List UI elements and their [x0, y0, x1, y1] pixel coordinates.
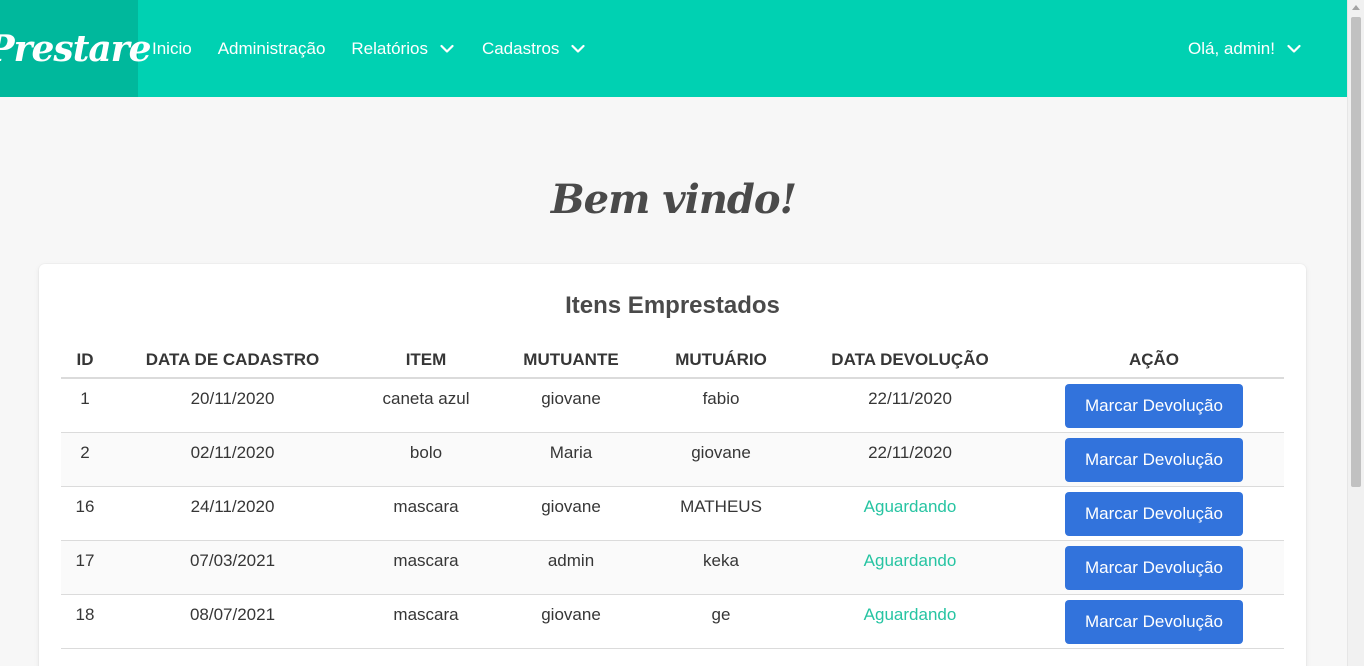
- cell-item: mascara: [356, 594, 496, 649]
- cell-acao: Marcar Devolução: [1024, 486, 1284, 541]
- user-greeting: Olá, admin!: [1188, 38, 1275, 58]
- cell-id: 17: [61, 540, 109, 595]
- cell-data-cadastro: 24/11/2020: [109, 486, 356, 541]
- scroll-up-arrow-icon[interactable]: [1352, 5, 1360, 10]
- cell-mutuante: admin: [496, 540, 646, 595]
- nav-item-label: Cadastros: [481, 38, 560, 58]
- column-header-acao: AÇÃO: [1024, 342, 1284, 379]
- cell-acao: Marcar Devolução: [1024, 378, 1284, 433]
- marcar-devolucao-button[interactable]: Marcar Devolução: [1065, 384, 1243, 428]
- cell-data-devolucao-pending: Aguardando: [796, 594, 1024, 649]
- nav-item-cadastros[interactable]: Cadastros: [481, 0, 586, 97]
- cell-item: bolo: [356, 432, 496, 487]
- cell-id: 2: [61, 432, 109, 487]
- column-header-item: ITEM: [356, 342, 496, 379]
- cell-mutuario: ge: [646, 594, 796, 649]
- scroll-thumb[interactable]: [1351, 17, 1361, 487]
- cell-mutuante: Maria: [496, 432, 646, 487]
- table-header-row: ID DATA DE CADASTRO ITEM MUTUANTE MUTUÁR…: [61, 342, 1284, 379]
- cell-data-devolucao-pending: Aguardando: [796, 486, 1024, 541]
- cell-acao: Marcar Devolução: [1024, 432, 1284, 487]
- table-row: 17 07/03/2021 mascara admin keka Aguarda…: [61, 540, 1284, 595]
- chevron-down-icon: [1287, 44, 1301, 54]
- marcar-devolucao-button[interactable]: Marcar Devolução: [1065, 437, 1243, 482]
- table-row: 2 02/11/2020 bolo Maria giovane 22/11/20…: [61, 432, 1284, 487]
- cell-mutuario: giovane: [646, 432, 796, 487]
- navbar: Prestare Inicio Administração Relatórios…: [0, 0, 1347, 97]
- table-row: 18 08/07/2021 mascara giovane ge Aguarda…: [61, 594, 1284, 649]
- nav-item-label: Administração: [217, 38, 326, 58]
- marcar-devolucao-button[interactable]: Marcar Devolução: [1065, 491, 1243, 536]
- chevron-down-icon: [571, 44, 586, 54]
- column-header-data-cadastro: DATA DE CADASTRO: [109, 342, 356, 379]
- brand-logo[interactable]: Prestare: [0, 0, 152, 97]
- nav-item-relatorios[interactable]: Relatórios: [351, 0, 454, 97]
- cell-mutuario: MATHEUS: [646, 486, 796, 541]
- marcar-devolucao-button[interactable]: Marcar Devolução: [1065, 599, 1243, 644]
- cell-data-cadastro: 07/03/2021: [109, 540, 356, 595]
- cell-mutuante: giovane: [496, 486, 646, 541]
- nav-item-label: Inicio: [152, 38, 192, 58]
- cell-item: mascara: [356, 540, 496, 595]
- column-header-data-devolucao: DATA DEVOLUÇÃO: [796, 342, 1024, 379]
- cell-data-cadastro: 02/11/2020: [109, 432, 356, 487]
- cell-item: mascara: [356, 486, 496, 541]
- table-row: 1 20/11/2020 caneta azul giovane fabio 2…: [61, 378, 1284, 433]
- cell-mutuario: fabio: [646, 378, 796, 433]
- nav-item-administracao[interactable]: Administração: [218, 0, 326, 97]
- cell-data-devolucao: 22/11/2020: [796, 378, 1024, 433]
- welcome-heading: Bem vindo!: [550, 176, 797, 223]
- cell-item: caneta azul: [356, 378, 496, 433]
- cell-data-devolucao-pending: Aguardando: [796, 540, 1024, 595]
- user-menu[interactable]: Olá, admin!: [1188, 0, 1301, 97]
- nav-item-inicio[interactable]: Inicio: [152, 0, 192, 97]
- cell-acao: Marcar Devolução: [1024, 594, 1284, 649]
- nav-item-label: Relatórios: [351, 38, 428, 58]
- cell-mutuario: keka: [646, 540, 796, 595]
- card-title: Itens Emprestados: [565, 292, 780, 319]
- column-header-id: ID: [61, 342, 109, 379]
- cell-data-cadastro: 20/11/2020: [109, 378, 356, 433]
- cell-mutuante: giovane: [496, 378, 646, 433]
- column-header-mutuante: MUTUANTE: [496, 342, 646, 379]
- loans-card: Itens Emprestados ID DATA DE CADASTRO IT…: [39, 264, 1306, 666]
- cell-id: 16: [61, 486, 109, 541]
- column-header-mutuario: MUTUÁRIO: [646, 342, 796, 379]
- chevron-down-icon: [440, 44, 454, 54]
- cell-id: 18: [61, 594, 109, 649]
- cell-data-cadastro: 08/07/2021: [109, 594, 356, 649]
- scrollbar[interactable]: [1347, 0, 1364, 666]
- cell-id: 1: [61, 378, 109, 433]
- table-row: 16 24/11/2020 mascara giovane MATHEUS Ag…: [61, 486, 1284, 541]
- cell-acao: Marcar Devolução: [1024, 540, 1284, 595]
- cell-data-devolucao: 22/11/2020: [796, 432, 1024, 487]
- marcar-devolucao-button[interactable]: Marcar Devolução: [1065, 545, 1243, 590]
- cell-mutuante: giovane: [496, 594, 646, 649]
- loans-table: ID DATA DE CADASTRO ITEM MUTUANTE MUTUÁR…: [61, 342, 1284, 649]
